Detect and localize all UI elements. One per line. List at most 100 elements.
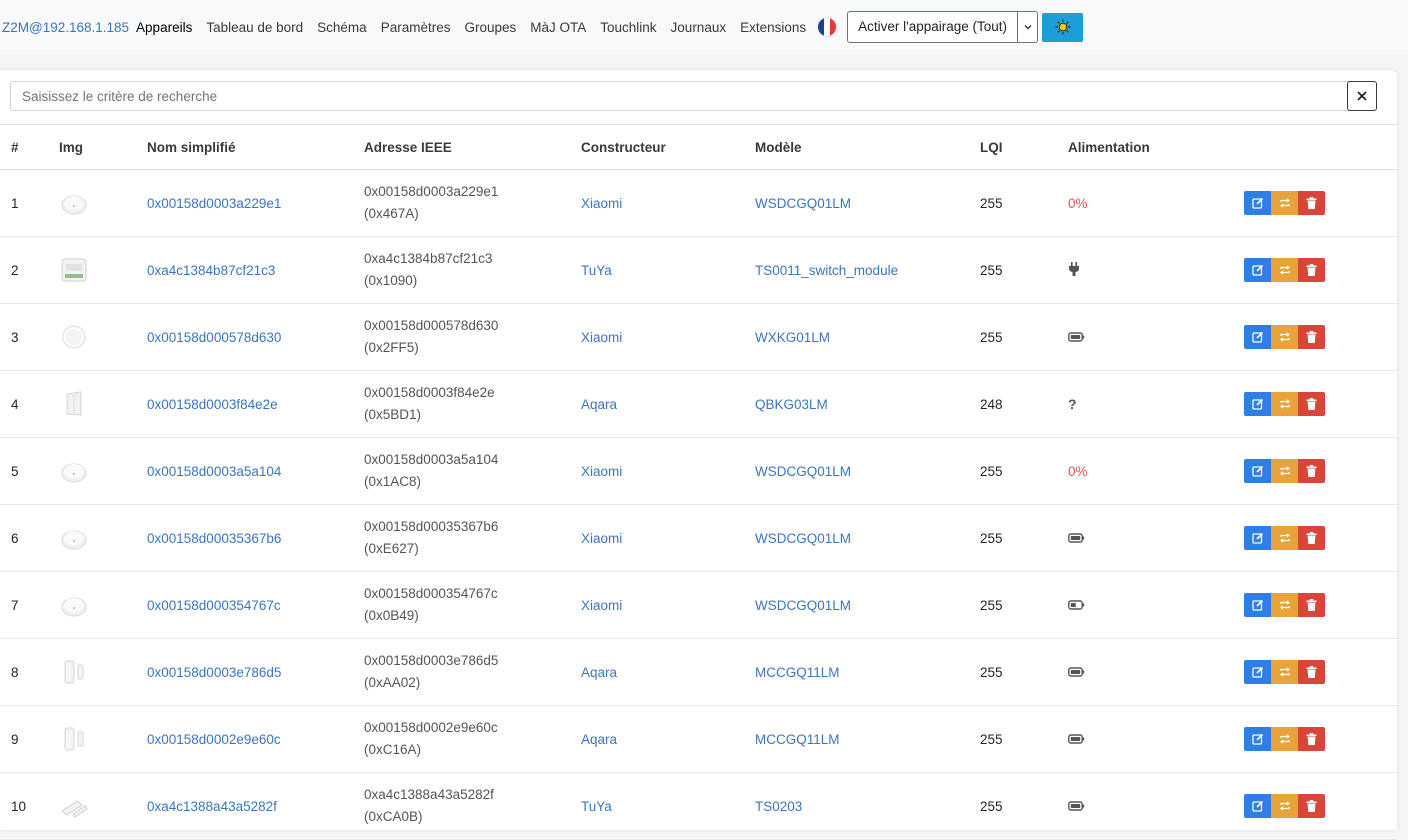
edit-button[interactable]: [1244, 325, 1271, 349]
edit-button[interactable]: [1244, 191, 1271, 215]
delete-button[interactable]: [1298, 660, 1325, 684]
edit-button[interactable]: [1244, 660, 1271, 684]
search-input[interactable]: [10, 81, 1357, 111]
manufacturer-link[interactable]: Xiaomi: [581, 464, 622, 479]
rename-button[interactable]: [1271, 660, 1298, 684]
delete-button[interactable]: [1298, 459, 1325, 483]
model-link[interactable]: WSDCGQ01LM: [755, 598, 851, 613]
edit-button[interactable]: [1244, 258, 1271, 282]
device-name-link[interactable]: 0x00158d000354767c: [147, 598, 281, 613]
nav-devices[interactable]: Appareils: [136, 20, 192, 35]
nav-dashboard[interactable]: Tableau de bord: [206, 20, 303, 35]
model-link[interactable]: QBKG03LM: [755, 397, 828, 412]
rename-button[interactable]: [1271, 593, 1298, 617]
rename-button[interactable]: [1271, 459, 1298, 483]
table-row: 7 0x00158d000354767c 0x00158d000354767c (0x…: [0, 571, 1397, 639]
delete-button[interactable]: [1298, 325, 1325, 349]
delete-button[interactable]: [1298, 392, 1325, 416]
nav-touchlink[interactable]: Touchlink: [600, 20, 656, 35]
rename-button[interactable]: [1271, 794, 1298, 818]
device-name-link[interactable]: 0x00158d0002e9e60c: [147, 732, 281, 747]
actions-cell: [1244, 303, 1397, 371]
delete-button[interactable]: [1298, 191, 1325, 215]
delete-button[interactable]: [1298, 794, 1325, 818]
model-link[interactable]: WSDCGQ01LM: [755, 196, 851, 211]
edit-button[interactable]: [1244, 459, 1271, 483]
manufacturer-link[interactable]: Xiaomi: [581, 196, 622, 211]
manufacturer-link[interactable]: Aqara: [581, 732, 617, 747]
col-lqi[interactable]: LQI: [980, 124, 1068, 170]
manufacturer-link[interactable]: Xiaomi: [581, 598, 622, 613]
manufacturer-link[interactable]: Aqara: [581, 397, 617, 412]
rename-button[interactable]: [1271, 325, 1298, 349]
edit-icon: [1251, 398, 1263, 410]
device-name-link[interactable]: 0x00158d0003f84e2e: [147, 397, 278, 412]
model-link[interactable]: WSDCGQ01LM: [755, 531, 851, 546]
model-link[interactable]: MCCGQ11LM: [755, 732, 840, 747]
delete-button[interactable]: [1298, 727, 1325, 751]
nav-logs[interactable]: Journaux: [671, 20, 727, 35]
manufacturer-link[interactable]: Aqara: [581, 665, 617, 680]
manufacturer-link[interactable]: Xiaomi: [581, 330, 622, 345]
col-model[interactable]: Modèle: [755, 124, 980, 170]
power-source-7: [1068, 665, 1085, 680]
nav-groups[interactable]: Groupes: [464, 20, 516, 35]
sun-icon: [1055, 19, 1071, 35]
device-name-link[interactable]: 0x00158d0003e786d5: [147, 665, 281, 680]
delete-button[interactable]: [1298, 258, 1325, 282]
clear-search-button[interactable]: [1347, 81, 1377, 111]
rename-icon: [1279, 198, 1290, 208]
device-name-link[interactable]: 0x00158d0003a5a104: [147, 464, 281, 479]
model-link[interactable]: TS0011_switch_module: [755, 263, 898, 278]
model-link[interactable]: MCCGQ11LM: [755, 665, 840, 680]
col-friendly-name[interactable]: Nom simplifié: [147, 124, 364, 170]
model-link[interactable]: WSDCGQ01LM: [755, 464, 851, 479]
permit-join-button[interactable]: Activer l'appairage (Tout): [848, 12, 1017, 42]
brand-link[interactable]: Z2M@192.168.1.185: [2, 20, 129, 35]
actions-cell: [1244, 437, 1397, 505]
theme-toggle-button[interactable]: [1042, 12, 1084, 42]
edit-button[interactable]: [1244, 727, 1271, 751]
model-link[interactable]: TS0203: [755, 799, 802, 814]
col-manufacturer[interactable]: Constructeur: [581, 124, 755, 170]
device-name-link[interactable]: 0x00158d0003a229e1: [147, 196, 281, 211]
delete-button[interactable]: [1298, 526, 1325, 550]
french-flag-icon[interactable]: [818, 18, 837, 36]
manufacturer-link[interactable]: TuYa: [581, 263, 612, 278]
manufacturer-link[interactable]: Xiaomi: [581, 531, 622, 546]
rename-button[interactable]: [1271, 191, 1298, 215]
device-name-link[interactable]: 0xa4c1384b87cf21c3: [147, 263, 275, 278]
edit-button[interactable]: [1244, 794, 1271, 818]
nav-extensions[interactable]: Extensions: [740, 20, 806, 35]
battery-full-icon: [1068, 800, 1085, 811]
rename-button[interactable]: [1271, 392, 1298, 416]
ieee-address: 0x00158d0003e786d5 (0xAA02): [364, 650, 581, 694]
row-actions: [1244, 325, 1397, 349]
rename-button[interactable]: [1271, 258, 1298, 282]
edit-icon: [1251, 800, 1263, 812]
nav-ota[interactable]: MàJ OTA: [530, 20, 586, 35]
ieee-address: 0x00158d0002e9e60c (0xC16A): [364, 717, 581, 761]
lqi-value: 255: [980, 705, 1068, 773]
delete-button[interactable]: [1298, 593, 1325, 617]
device-name-link[interactable]: 0xa4c1388a43a5282f: [147, 799, 277, 814]
manufacturer-link[interactable]: TuYa: [581, 799, 612, 814]
col-number[interactable]: #: [0, 124, 59, 170]
edit-button[interactable]: [1244, 392, 1271, 416]
edit-button[interactable]: [1244, 526, 1271, 550]
nav-map[interactable]: Schéma: [317, 20, 367, 35]
edit-button[interactable]: [1244, 593, 1271, 617]
col-power[interactable]: Alimentation: [1068, 124, 1244, 170]
col-ieee-address[interactable]: Adresse IEEE: [364, 124, 581, 170]
lqi-value: 255: [980, 437, 1068, 505]
rename-button[interactable]: [1271, 526, 1298, 550]
row-actions: [1244, 258, 1397, 282]
model-link[interactable]: WXKG01LM: [755, 330, 830, 345]
device-name-link[interactable]: 0x00158d00035367b6: [147, 531, 281, 546]
permit-join-dropdown-toggle[interactable]: [1017, 12, 1037, 42]
device-name-link[interactable]: 0x00158d000578d630: [147, 330, 281, 345]
nav-settings[interactable]: Paramètres: [381, 20, 451, 35]
rename-button[interactable]: [1271, 727, 1298, 751]
edit-icon: [1251, 666, 1263, 678]
actions-cell: [1244, 169, 1397, 237]
